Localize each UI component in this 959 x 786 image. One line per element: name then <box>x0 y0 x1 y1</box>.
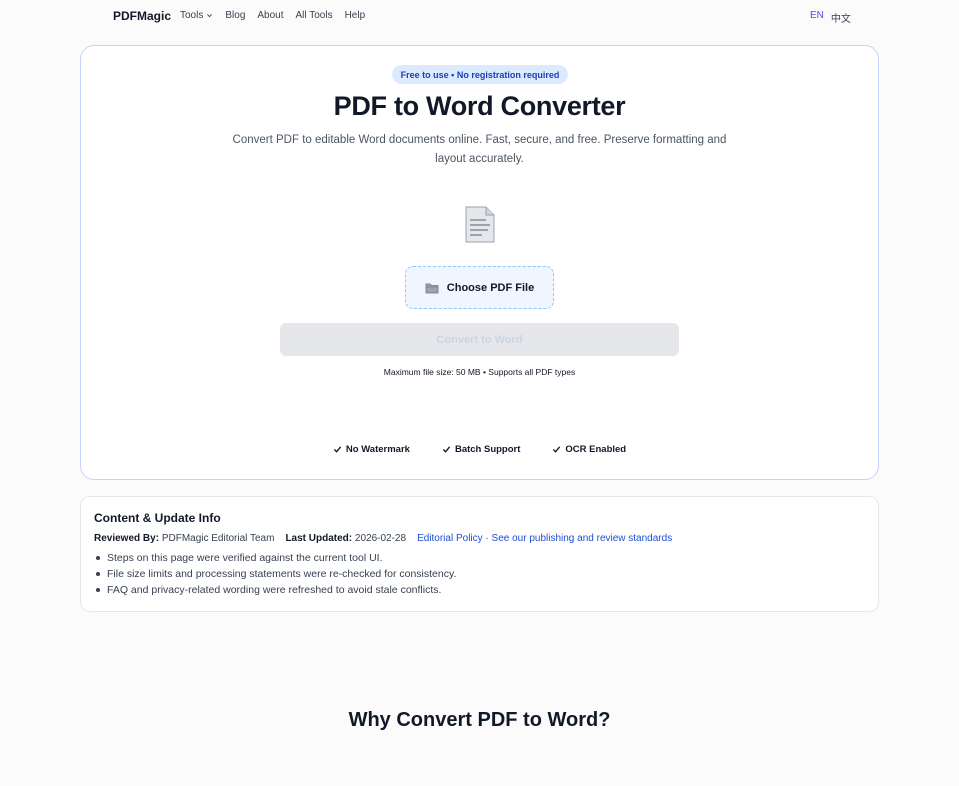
lang-en[interactable]: EN <box>810 10 824 25</box>
language-switcher: EN 中文 <box>810 10 851 25</box>
reviewed-label: Reviewed By: <box>94 533 160 544</box>
feature-label: No Watermark <box>345 444 410 455</box>
choose-file-label: Choose PDF File <box>446 281 535 294</box>
updated-value: 2026-02-28 <box>354 533 407 544</box>
list-item: File size limits and processing statemen… <box>95 568 457 580</box>
why-convert-heading: Why Convert PDF to Word? <box>348 709 611 731</box>
check-icon <box>553 446 561 453</box>
converter-card: Free to use • No registration required P… <box>80 45 879 480</box>
feature-list: No Watermark Batch Support OCR Enabled <box>81 444 878 455</box>
nav-tools[interactable]: Tools <box>180 10 213 21</box>
choose-file-button[interactable]: Choose PDF File <box>405 266 554 309</box>
nav-all-tools[interactable]: All Tools <box>296 10 333 21</box>
content-info-card: Content & Update Info Reviewed By: PDFMa… <box>80 496 879 612</box>
editorial-policy-link[interactable]: Editorial Policy · See our publishing an… <box>417 533 672 544</box>
lang-zh[interactable]: 中文 <box>831 10 851 25</box>
brand-logo[interactable]: PDFMagic <box>113 9 171 23</box>
updated-label: Last Updated: <box>285 533 353 544</box>
document-icon <box>465 206 495 243</box>
chevron-down-icon <box>207 14 213 18</box>
feature-label: OCR Enabled <box>565 444 627 455</box>
page-subtitle: Convert PDF to editable Word documents o… <box>232 134 727 165</box>
nav-tools-label: Tools <box>180 10 204 21</box>
free-badge: Free to use • No registration required <box>392 65 568 84</box>
feature-batch-support: Batch Support <box>442 444 520 455</box>
folder-icon <box>425 283 439 293</box>
list-item: Steps on this page were verified against… <box>95 550 456 566</box>
info-meta: Reviewed By: PDFMagic Editorial Team Las… <box>94 533 672 544</box>
convert-button[interactable]: Convert to Word <box>280 323 679 356</box>
page-title: PDF to Word Converter <box>333 91 626 121</box>
nav-about[interactable]: About <box>257 10 283 21</box>
list-item: FAQ and privacy-related wording were ref… <box>95 582 456 598</box>
feature-ocr-enabled: OCR Enabled <box>552 444 626 455</box>
reviewed-value: PDFMagic Editorial Team <box>161 533 275 544</box>
feature-label: Batch Support <box>454 444 521 455</box>
nav-blog[interactable]: Blog <box>225 10 245 21</box>
feature-no-watermark: No Watermark <box>333 444 410 455</box>
update-list: Steps on this page were verified against… <box>95 550 457 598</box>
main-nav: Tools Blog About All Tools Help <box>180 10 377 21</box>
top-navbar: PDFMagic Tools Blog About All Tools Help… <box>0 0 959 32</box>
check-icon <box>442 446 451 453</box>
nav-help[interactable]: Help <box>345 10 366 21</box>
check-icon <box>333 446 342 453</box>
file-limits-note: Maximum file size: 50 MB • Supports all … <box>383 367 576 377</box>
info-title: Content & Update Info <box>94 511 221 525</box>
